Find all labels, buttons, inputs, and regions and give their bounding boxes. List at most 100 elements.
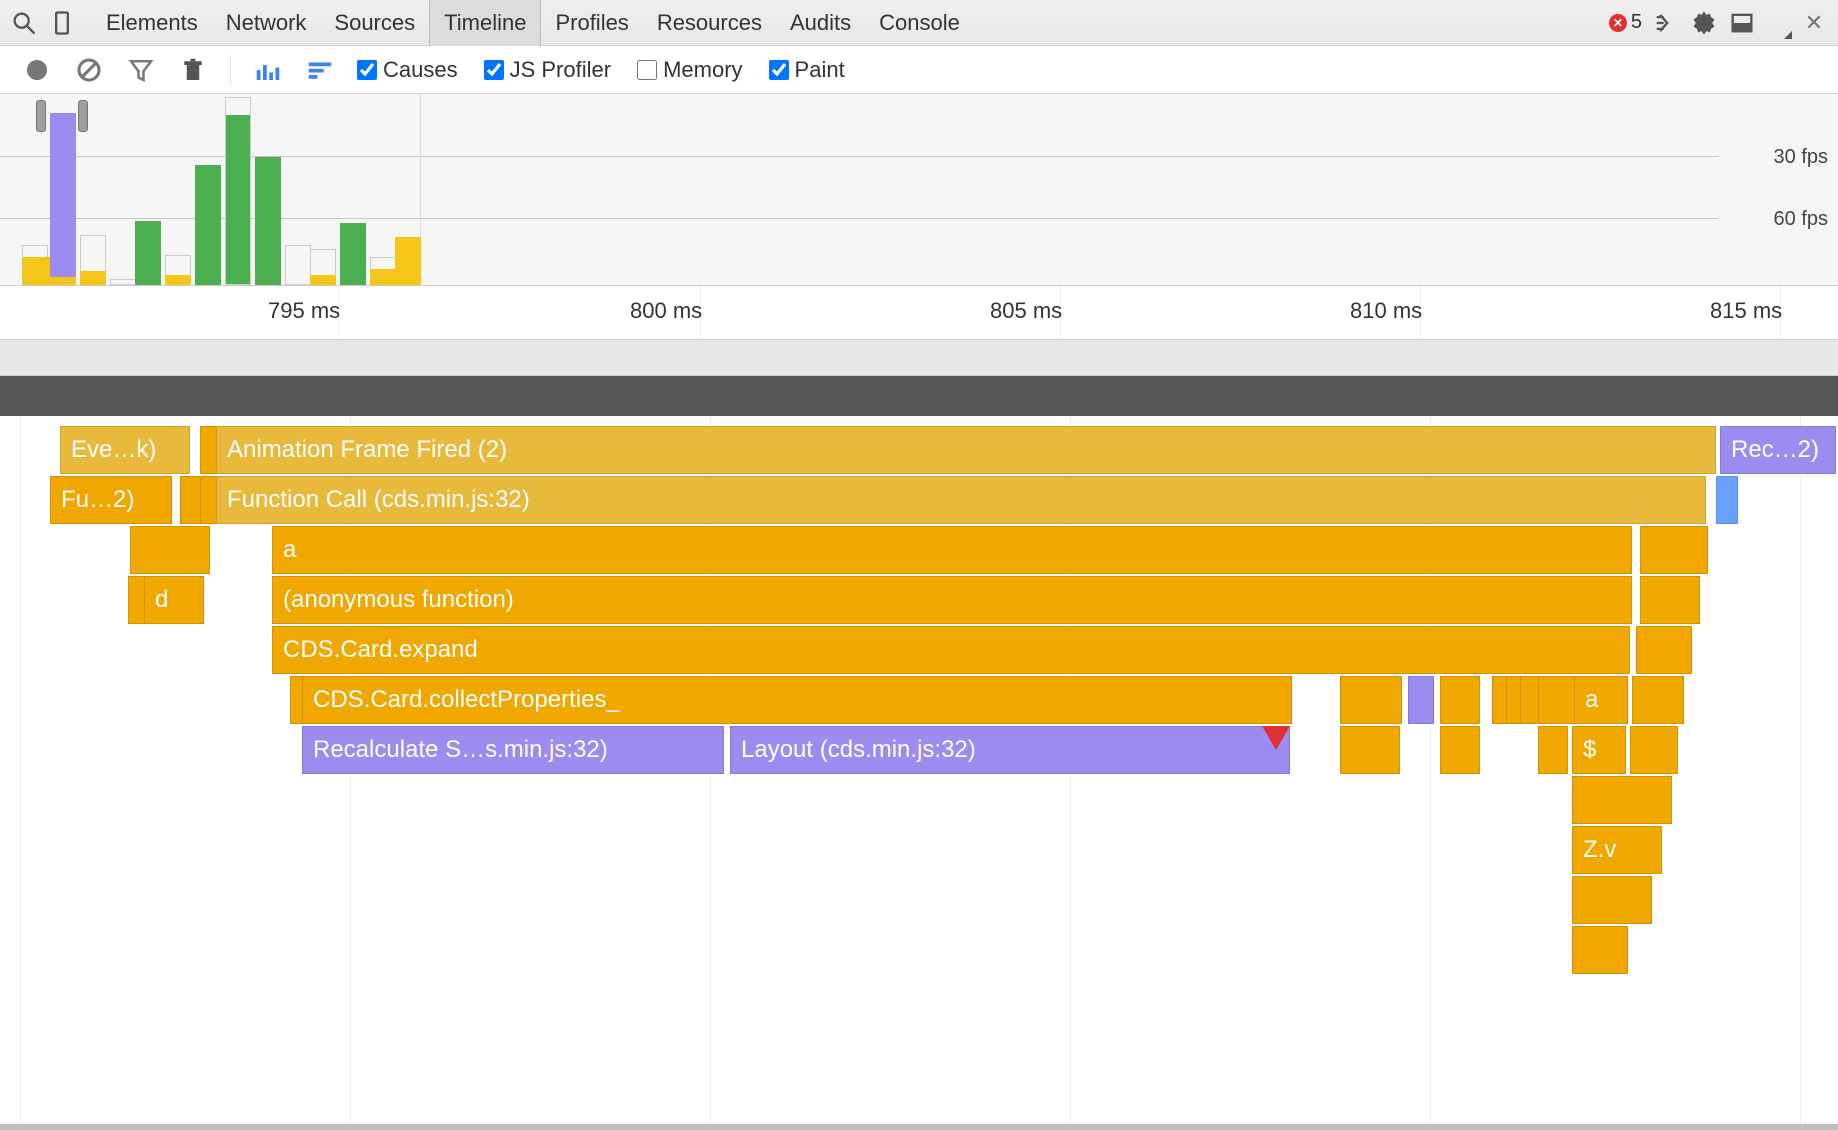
flame-chart[interactable]: Eve…k) Animation Frame Fired (2)Rec…2) Fu…… bbox=[0, 416, 1838, 1124]
clear-icon[interactable] bbox=[74, 55, 104, 85]
tab-profiles[interactable]: Profiles bbox=[541, 0, 642, 46]
devtools-tabbar: ElementsNetworkSourcesTimelineProfilesRe… bbox=[0, 0, 1838, 46]
flame-entry[interactable]: Function Call (cds.min.js:32) bbox=[216, 476, 1706, 524]
timeline-toolbar: Causes JS Profiler Memory Paint bbox=[0, 46, 1838, 94]
flame-entry[interactable]: Fu…2) bbox=[50, 476, 172, 524]
flame-entry[interactable] bbox=[1440, 726, 1480, 774]
overview-bar bbox=[110, 279, 136, 285]
range-handle-left[interactable] bbox=[36, 100, 46, 132]
tab-sources[interactable]: Sources bbox=[320, 0, 429, 46]
overview-bar bbox=[225, 97, 251, 285]
flame-entry[interactable]: Layout (cds.min.js:32) bbox=[730, 726, 1290, 774]
ruler-tick: 805 ms bbox=[990, 298, 1062, 324]
error-count: 5 bbox=[1631, 11, 1642, 34]
filter-icon[interactable] bbox=[126, 55, 156, 85]
check-paint[interactable]: Paint bbox=[769, 57, 845, 83]
flame-entry[interactable] bbox=[1572, 776, 1672, 824]
flame-entry[interactable] bbox=[1630, 726, 1678, 774]
flame-entry[interactable] bbox=[1716, 476, 1738, 524]
flame-entry[interactable] bbox=[130, 526, 210, 574]
device-icon[interactable] bbox=[48, 9, 76, 37]
check-label: Paint bbox=[795, 57, 845, 83]
flame-entry[interactable]: a bbox=[272, 526, 1632, 574]
record-icon[interactable] bbox=[22, 55, 52, 85]
settings-icon[interactable] bbox=[1690, 9, 1718, 37]
flame-entry[interactable]: d bbox=[144, 576, 204, 624]
flame-entry[interactable] bbox=[1636, 626, 1692, 674]
search-icon[interactable] bbox=[10, 9, 38, 37]
checkbox-js-profiler[interactable] bbox=[484, 60, 504, 80]
flame-entry[interactable] bbox=[1632, 676, 1684, 724]
garbage-icon[interactable] bbox=[178, 55, 208, 85]
error-count-badge[interactable]: ✕ 5 bbox=[1609, 11, 1642, 34]
overview-bar bbox=[340, 223, 366, 285]
flame-entry[interactable]: Rec…2) bbox=[1720, 426, 1836, 474]
overview-bar bbox=[135, 221, 161, 285]
flame-entry[interactable]: Z.v bbox=[1572, 826, 1662, 874]
flame-entry[interactable] bbox=[1408, 676, 1434, 724]
tab-resources[interactable]: Resources bbox=[643, 0, 776, 46]
check-label: JS Profiler bbox=[510, 57, 611, 83]
tab-elements[interactable]: Elements bbox=[92, 0, 212, 46]
flame-entry[interactable] bbox=[1572, 876, 1652, 924]
fps-overview-chart[interactable]: 30 fps 60 fps bbox=[0, 94, 1838, 286]
check-label: Causes bbox=[383, 57, 458, 83]
check-memory[interactable]: Memory bbox=[637, 57, 742, 83]
flame-entry[interactable] bbox=[1340, 726, 1400, 774]
overview-bar bbox=[80, 271, 106, 285]
flame-entry[interactable]: Animation Frame Fired (2) bbox=[216, 426, 1716, 474]
checkbox-causes[interactable] bbox=[357, 60, 377, 80]
overview-bar bbox=[310, 275, 336, 285]
panel-tabs: ElementsNetworkSourcesTimelineProfilesRe… bbox=[92, 0, 974, 46]
close-icon[interactable]: ✕ bbox=[1800, 9, 1828, 37]
tab-console[interactable]: Console bbox=[865, 0, 974, 46]
flame-gridline bbox=[1800, 416, 1801, 1124]
overview-bar bbox=[370, 269, 396, 285]
flame-entry[interactable]: (anonymous function) bbox=[272, 576, 1632, 624]
flame-entry[interactable]: $ bbox=[1572, 726, 1626, 774]
tab-timeline[interactable]: Timeline bbox=[429, 0, 541, 46]
flame-entry[interactable] bbox=[1340, 676, 1402, 724]
checkbox-paint[interactable] bbox=[769, 60, 789, 80]
layout-warning-icon bbox=[1262, 726, 1290, 750]
fps-30-label: 30 fps bbox=[1774, 146, 1828, 169]
dock-icon[interactable] bbox=[1728, 9, 1756, 37]
ruler-tick: 795 ms bbox=[268, 298, 340, 324]
view-bars-icon[interactable] bbox=[253, 55, 283, 85]
flame-entry[interactable] bbox=[1572, 926, 1628, 974]
flame-entry[interactable]: CDS.Card.expand bbox=[272, 626, 1630, 674]
ruler-tick: 815 ms bbox=[1710, 298, 1782, 324]
time-ruler[interactable]: 795 ms 800 ms 805 ms 810 ms 815 ms bbox=[0, 286, 1838, 340]
check-label: Memory bbox=[663, 57, 742, 83]
flame-entry[interactable] bbox=[1538, 726, 1568, 774]
flame-entry[interactable]: a bbox=[1574, 676, 1628, 724]
flame-entry[interactable] bbox=[180, 476, 202, 524]
ruler-tick: 810 ms bbox=[1350, 298, 1422, 324]
flame-entry[interactable] bbox=[1640, 576, 1700, 624]
range-handle-right[interactable] bbox=[78, 100, 88, 132]
track-header-strip bbox=[0, 376, 1838, 416]
overview-bar bbox=[165, 275, 191, 285]
overview-bar bbox=[255, 157, 281, 285]
show-drawer-icon[interactable] bbox=[1652, 9, 1680, 37]
check-causes[interactable]: Causes bbox=[357, 57, 458, 83]
flame-entry[interactable] bbox=[1640, 526, 1708, 574]
view-flame-icon[interactable] bbox=[305, 55, 335, 85]
flame-entry[interactable] bbox=[1440, 676, 1480, 724]
tab-audits[interactable]: Audits bbox=[776, 0, 865, 46]
fps-60-label: 60 fps bbox=[1774, 208, 1828, 231]
ruler-tick: 800 ms bbox=[630, 298, 702, 324]
tab-network[interactable]: Network bbox=[212, 0, 321, 46]
overview-bar bbox=[195, 165, 221, 285]
dock-menu-icon[interactable] bbox=[1784, 31, 1792, 39]
overview-bar bbox=[50, 135, 76, 285]
flame-gridline bbox=[20, 416, 21, 1124]
error-dot-icon: ✕ bbox=[1609, 14, 1627, 32]
flame-entry[interactable]: CDS.Card.collectProperties_ bbox=[302, 676, 1292, 724]
flame-entry[interactable]: Eve…k) bbox=[60, 426, 190, 474]
flame-entry[interactable]: Recalculate S…s.min.js:32) bbox=[302, 726, 724, 774]
checkbox-memory[interactable] bbox=[637, 60, 657, 80]
overview-bar bbox=[22, 257, 50, 285]
bottom-scrollbar[interactable] bbox=[0, 1124, 1838, 1130]
check-js-profiler[interactable]: JS Profiler bbox=[484, 57, 611, 83]
